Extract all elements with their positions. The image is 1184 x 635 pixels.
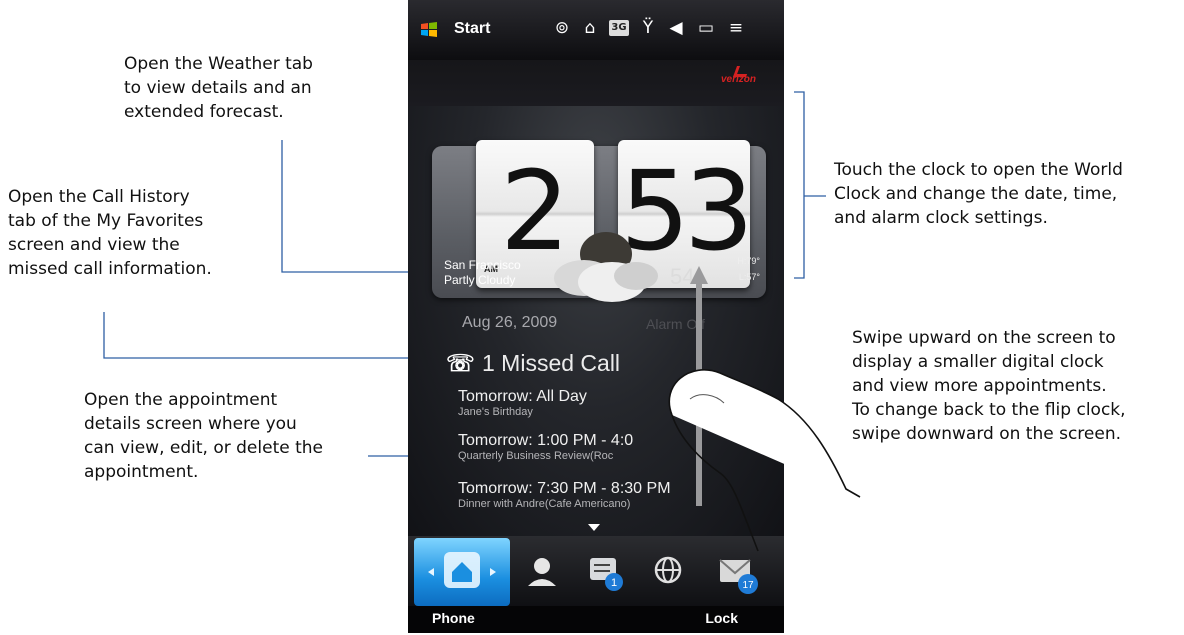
status-bar: Start ⊚ ⌂ 3G Ÿ ◀ ▭ ≡	[408, 0, 784, 60]
missed-call-icon: ☏	[446, 350, 475, 376]
missed-call-row[interactable]: ☏ 1 Missed Call	[446, 350, 620, 377]
world-clock-callout-line-3: and alarm clock settings.	[834, 208, 1048, 228]
appointment-title: Tomorrow: All Day	[458, 388, 587, 405]
tv-icon[interactable]: ⌂	[581, 18, 599, 38]
missed-call-label: 1 Missed Call	[482, 350, 621, 376]
menu-icon[interactable]: ≡	[727, 18, 745, 38]
call-history-callout-line-2: tab of the My Favorites	[8, 211, 204, 231]
finger-gesture-icon	[668, 369, 861, 552]
call-history-callout-line-3: screen and view the	[8, 235, 180, 255]
tab-people[interactable]	[514, 546, 570, 600]
home-icon	[428, 552, 496, 588]
weather-high: H:79°	[737, 256, 760, 266]
swipe-callout-line-2: display a smaller digital clock	[852, 352, 1104, 372]
world-clock-bracket	[794, 91, 805, 279]
volume-icon[interactable]: ◀	[667, 18, 685, 38]
weather-location: San Francisco Partly Cloudy	[444, 258, 521, 288]
signal-icon[interactable]: Ÿ	[639, 18, 657, 38]
messages-badge: 1	[611, 577, 617, 589]
down-arrow-icon	[588, 524, 600, 531]
weather-callout-line-3: extended forecast.	[124, 102, 284, 122]
appointment-callout: Open the appointment details screen wher…	[84, 388, 323, 484]
appointment-callout-line-1: Open the appointment	[84, 390, 278, 410]
appointment-item[interactable]: Tomorrow: All Day Jane's Birthday	[458, 388, 587, 418]
appointment-item[interactable]: Tomorrow: 1:00 PM - 4:0 Quarterly Busine…	[458, 432, 633, 462]
appointment-callout-line-4: appointment.	[84, 462, 199, 482]
appointment-title: Tomorrow: 1:00 PM - 4:0	[458, 432, 634, 449]
date-label[interactable]: Aug 26, 2009	[462, 314, 557, 332]
status-icons: ⊚ ⌂ 3G Ÿ ◀ ▭ ≡	[553, 18, 745, 38]
swipe-callout-line-5: swipe downward on the screen.	[852, 424, 1122, 444]
call-history-callout-line-4: missed call information.	[8, 259, 212, 279]
tab-home[interactable]	[414, 538, 510, 606]
call-history-callout: Open the Call History tab of the My Favo…	[8, 185, 212, 281]
swipe-callout-line-1: Swipe upward on the screen to	[852, 328, 1116, 348]
carrier-bar: verizon	[408, 60, 784, 106]
appointment-subtitle: Jane's Birthday	[458, 406, 533, 418]
call-history-callout-line-1: Open the Call History	[8, 187, 190, 207]
windows-logo-icon[interactable]	[420, 22, 438, 38]
swipe-callout: Swipe upward on the screen to display a …	[852, 326, 1126, 446]
call-history-callout-line	[103, 312, 432, 359]
weather-callout: Open the Weather tab to view details and…	[124, 52, 313, 124]
weather-callout-line-1: Open the Weather tab	[124, 54, 313, 74]
weather-condition: Partly Cloudy	[444, 273, 516, 287]
weather-callout-line-2: to view details and an	[124, 78, 312, 98]
person-icon	[528, 558, 556, 586]
weather-low: L:57°	[738, 272, 760, 282]
appointment-callout-line-3: can view, edit, or delete the	[84, 438, 323, 458]
world-clock-callout: Touch the clock to open the World Clock …	[834, 158, 1123, 230]
swipe-callout-line-4: To change back to the flip clock,	[852, 400, 1126, 420]
3g-icon[interactable]: 3G	[609, 20, 629, 36]
weather-panel[interactable]: 2 AM 53 San Francisco Partly Cloudy 54 H…	[432, 140, 766, 302]
partly-cloudy-icon	[554, 232, 658, 302]
appointment-callout-line-2: details screen where you	[84, 414, 297, 434]
start-button[interactable]: Start	[454, 20, 490, 38]
appointment-subtitle: Quarterly Business Review(Roc	[458, 450, 614, 462]
world-clock-callout-line-2: Clock and change the date, time,	[834, 184, 1118, 204]
battery-icon[interactable]: ▭	[695, 18, 717, 38]
swipe-callout-line-3: and view more appointments.	[852, 376, 1107, 396]
messenger-icon[interactable]: ⊚	[553, 18, 571, 38]
weather-city: San Francisco	[444, 258, 521, 272]
world-clock-callout-line-1: Touch the clock to open the World	[834, 160, 1123, 180]
phone-softkey[interactable]: Phone	[432, 610, 475, 626]
carrier-logo: verizon	[720, 74, 756, 85]
